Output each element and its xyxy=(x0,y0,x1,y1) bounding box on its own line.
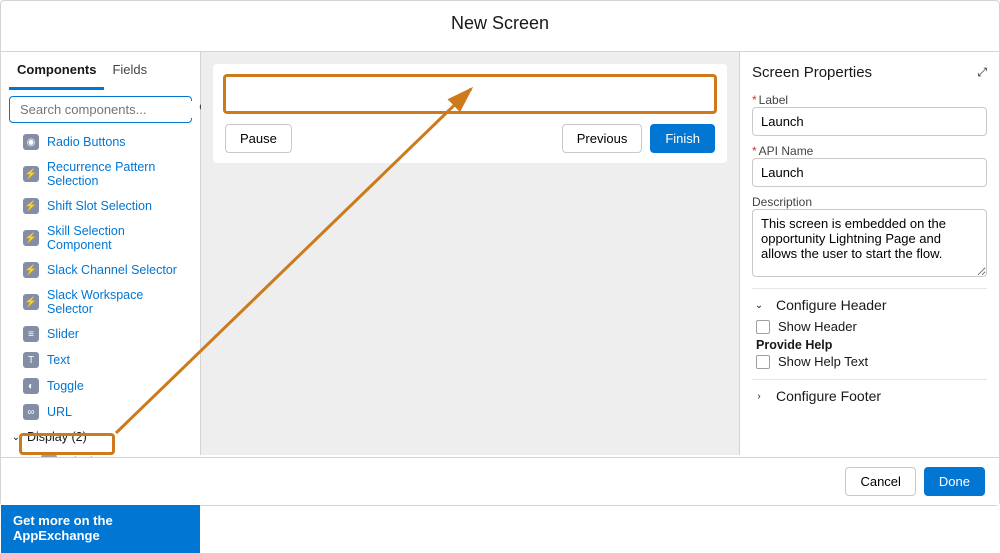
finish-button[interactable]: Finish xyxy=(650,124,715,153)
component-item[interactable]: ◐Toggle xyxy=(1,373,200,399)
component-item[interactable]: ∞URL xyxy=(1,399,200,425)
show-help-text-checkbox[interactable]: Show Help Text xyxy=(752,354,987,369)
description-textarea[interactable] xyxy=(752,209,987,277)
api-name-label: API Name xyxy=(752,144,987,158)
previous-button[interactable]: Previous xyxy=(562,124,643,153)
component-item[interactable]: ◉Radio Buttons xyxy=(1,129,200,155)
toggle-icon: ◐ xyxy=(23,378,39,394)
provide-help-label: Provide Help xyxy=(756,338,987,352)
label-input[interactable] xyxy=(752,107,987,136)
api-name-input[interactable] xyxy=(752,158,987,187)
pause-button[interactable]: Pause xyxy=(225,124,292,153)
expand-icon[interactable]: ⤢ xyxy=(977,65,987,80)
tab-components[interactable]: Components xyxy=(9,52,104,90)
component-item[interactable]: ⚡Skill Selection Component xyxy=(1,219,200,257)
label-label: Label xyxy=(752,93,987,107)
appexchange-button[interactable]: Get more on the AppExchange xyxy=(1,503,200,553)
lightning-icon: ⚡ xyxy=(23,198,39,214)
modal-title: New Screen xyxy=(1,1,999,48)
search-components[interactable] xyxy=(9,96,192,123)
link-icon: ∞ xyxy=(23,404,39,420)
chevron-down-icon: ⌄ xyxy=(9,430,23,444)
search-input[interactable] xyxy=(18,101,198,118)
canvas-dropzone[interactable] xyxy=(223,74,717,114)
slider-icon: ≡ xyxy=(23,326,39,342)
lightning-icon: ⚡ xyxy=(23,166,39,182)
description-label: Description xyxy=(752,195,987,209)
component-item[interactable]: ⚡Recurrence Pattern Selection xyxy=(1,155,200,193)
properties-panel: Screen Properties ⤢ Label API Name Descr… xyxy=(739,52,999,455)
chevron-right-icon: › xyxy=(752,389,766,403)
component-item[interactable]: ⚡Shift Slot Selection xyxy=(1,193,200,219)
modal-footer: Cancel Done xyxy=(1,457,999,505)
lightning-icon: ⚡ xyxy=(23,230,39,246)
cancel-button[interactable]: Cancel xyxy=(845,467,915,496)
properties-title: Screen Properties xyxy=(752,64,872,81)
lightning-icon: ⚡ xyxy=(23,294,39,310)
component-item[interactable]: ⚡Slack Channel Selector xyxy=(1,257,200,283)
lightning-icon: ⚡ xyxy=(23,262,39,278)
left-panel: Components Fields ◉Radio Buttons ⚡Recurr… xyxy=(1,52,201,455)
tab-fields[interactable]: Fields xyxy=(104,52,155,90)
component-item[interactable]: TText xyxy=(1,347,200,373)
group-display[interactable]: ⌄ Display (2) xyxy=(1,425,200,449)
component-item[interactable]: ≡Slider xyxy=(1,321,200,347)
canvas: Pause Previous Finish xyxy=(201,52,739,455)
done-button[interactable]: Done xyxy=(924,467,985,496)
component-list: ◉Radio Buttons ⚡Recurrence Pattern Selec… xyxy=(1,127,200,503)
show-header-checkbox[interactable]: Show Header xyxy=(752,319,987,334)
component-item[interactable]: ⚡Slack Workspace Selector xyxy=(1,283,200,321)
chevron-down-icon: ⌄ xyxy=(752,298,766,312)
configure-footer-section[interactable]: › Configure Footer xyxy=(752,388,987,404)
radio-icon: ◉ xyxy=(23,134,39,150)
configure-header-section[interactable]: ⌄ Configure Header xyxy=(752,297,987,313)
canvas-button-row: Pause Previous Finish xyxy=(223,114,717,163)
left-tabs: Components Fields xyxy=(1,52,200,90)
text-icon: T xyxy=(23,352,39,368)
